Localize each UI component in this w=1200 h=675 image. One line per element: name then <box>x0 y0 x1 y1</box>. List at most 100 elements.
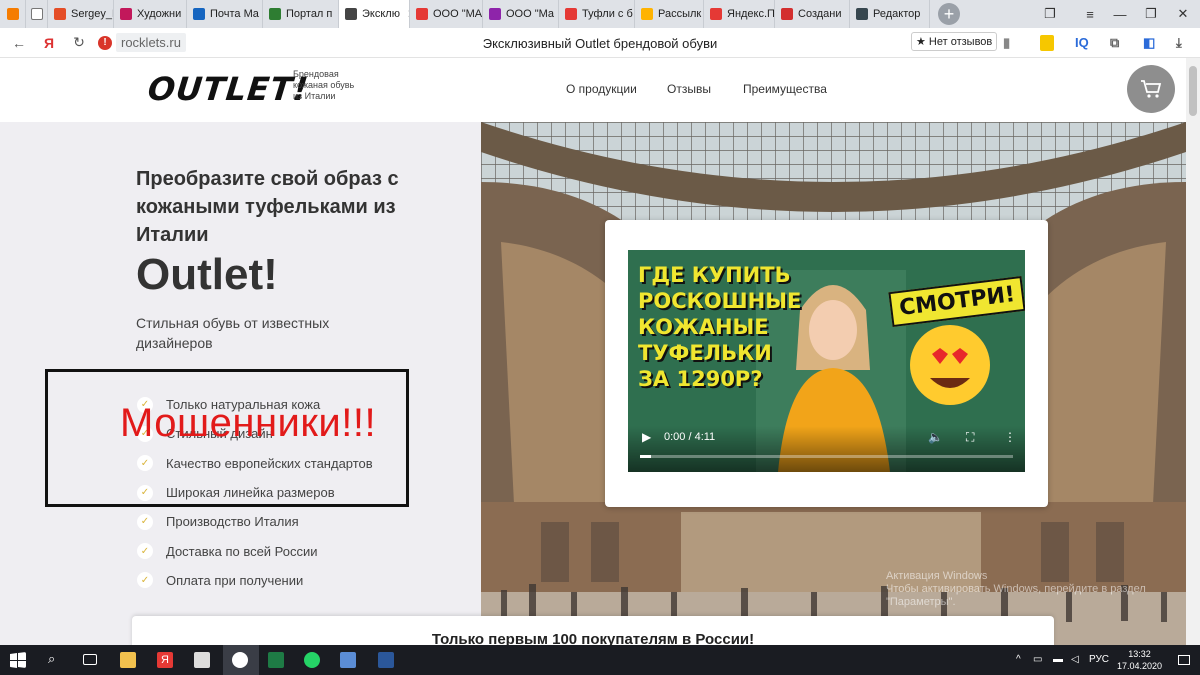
notifications-icon[interactable] <box>1178 655 1190 665</box>
browser-menu-icon[interactable]: ≡ <box>1075 0 1105 28</box>
scrollbar-thumb[interactable] <box>1189 66 1197 116</box>
promo-banner: Только первым 100 покупателям в России! <box>132 616 1054 645</box>
tab-label: Эксклю <box>362 8 400 20</box>
url-field[interactable]: ! rocklets.ru <box>98 33 186 52</box>
watermark-line-2: Чтобы активировать Windows, перейдите в … <box>886 583 1146 595</box>
file-explorer-icon[interactable] <box>120 652 136 668</box>
browser-tab-strip: Sergey_DХудожниПочта MaПортал пЭксклю✕ОО… <box>0 0 1200 28</box>
tab-pinned-blogger[interactable] <box>0 0 26 28</box>
video-time: 0:00 / 4:11 <box>664 431 716 443</box>
extension-icon[interactable] <box>1040 35 1054 51</box>
tab-label: Создани <box>798 8 842 20</box>
tab-label: Sergey_D <box>71 8 113 20</box>
new-tab-button[interactable]: + <box>938 3 960 25</box>
page-scrollbar[interactable] <box>1186 58 1200 645</box>
fullscreen-icon[interactable]: ⛶ <box>966 430 974 445</box>
nav-about[interactable]: О продукции <box>566 82 637 96</box>
yandex-browser-icon[interactable] <box>232 652 248 668</box>
video-progress-fill <box>640 455 652 458</box>
extensions-icon[interactable]: ⧉ <box>1110 35 1119 51</box>
checkmark-icon: ✓ <box>137 572 153 589</box>
tab-favicon-icon <box>416 8 428 20</box>
tab-label: Туфли с б <box>582 8 633 20</box>
word-icon[interactable] <box>378 652 394 668</box>
hero-headline: Преобразите свой образ с кожаными туфель… <box>136 168 399 246</box>
tab-favicon-icon <box>345 8 357 20</box>
hero-subtitle: Стильная обувь от известных дизайнеров <box>136 315 330 351</box>
browser-tab[interactable]: Художни <box>114 0 187 28</box>
tray-chevron-icon[interactable]: ^ <box>1016 654 1021 665</box>
video-controls: ▶ 0:00 / 4:11 🔈 ⛶ ⋮ <box>628 426 1025 472</box>
whatsapp-icon[interactable] <box>304 652 320 668</box>
taskbar-clock[interactable]: 13:32 17.04.2020 <box>1117 648 1162 672</box>
tab-favicon-icon <box>269 8 281 20</box>
tab-label: Рассылк <box>658 8 702 20</box>
warning-icon: ! <box>98 35 112 50</box>
tab-label: Портал п <box>286 8 333 20</box>
feature-label: Производство Италия <box>166 514 299 530</box>
checkmark-icon: ✓ <box>137 513 153 530</box>
browser-tab[interactable]: Редактор <box>850 0 930 28</box>
tabs-menu-icon[interactable]: ❐ <box>1035 0 1065 28</box>
video-progress-bar[interactable] <box>640 455 1013 458</box>
task-view-icon[interactable] <box>83 654 97 665</box>
cart-button[interactable] <box>1127 65 1175 113</box>
reload-icon[interactable]: ↻ <box>64 34 94 51</box>
browser-tab[interactable]: Sergey_D <box>48 0 114 28</box>
more-options-icon[interactable]: ⋮ <box>1004 430 1016 444</box>
browser-tab[interactable]: Портал п <box>263 0 339 28</box>
browser-tab[interactable]: Эксклю✕ <box>339 0 410 28</box>
tab-label: ООО "МА <box>433 8 483 20</box>
iq-extension-icon[interactable]: IQ <box>1075 35 1089 50</box>
yandex-app-icon[interactable]: Я <box>157 652 173 668</box>
tab-label: Почта Ma <box>210 8 259 20</box>
tab-favicon-icon <box>641 8 653 20</box>
profile-icon[interactable]: ◧ <box>1143 35 1155 51</box>
browser-tab[interactable]: Почта Ma <box>187 0 263 28</box>
windows-activation-watermark: Активация Windows Чтобы активировать Win… <box>886 570 1146 609</box>
blogger-icon <box>7 8 19 20</box>
excel-icon[interactable] <box>268 652 284 668</box>
feature-label: Доставка по всей России <box>166 543 318 559</box>
video-headline-line: ТУФЕЛЬКИ <box>638 341 772 365</box>
calculator-icon[interactable] <box>194 652 210 668</box>
nav-reviews[interactable]: Отзывы <box>667 82 711 96</box>
feature-item: ✓ Производство Италия <box>137 507 373 536</box>
minimize-icon[interactable]: — <box>1105 0 1135 28</box>
browser-tab[interactable]: Яндекс.П <box>704 0 775 28</box>
maximize-icon[interactable]: ❐ <box>1136 0 1166 28</box>
browser-tab[interactable]: Рассылк <box>635 0 704 28</box>
tab-favicon-icon <box>54 8 66 20</box>
browser-tab[interactable]: Туфли с б <box>559 0 635 28</box>
windows-start-icon[interactable] <box>10 652 26 668</box>
video-player[interactable]: ГДЕ КУПИТЬ РОСКОШНЫЕ КОЖАНЫЕ ТУФЕЛЬКИ ЗА 129… <box>628 250 1025 472</box>
play-icon[interactable]: ▶ <box>642 430 651 444</box>
feature-item: ✓ Доставка по всей России <box>137 536 373 565</box>
browser-tab[interactable]: Создани <box>775 0 850 28</box>
site-logo[interactable]: OUTLET! <box>146 70 311 108</box>
close-window-icon[interactable]: ✕ <box>1168 0 1198 28</box>
nav-advantages[interactable]: Преимущества <box>743 82 827 96</box>
reviews-button[interactable]: ★ Нет отзывов <box>911 32 998 51</box>
tab-favicon-icon <box>781 8 793 20</box>
url-text[interactable]: rocklets.ru <box>116 33 186 52</box>
tab-pinned-page[interactable] <box>26 0 48 28</box>
site-tagline: Брендовая кожаная обувь из Италии <box>293 69 355 101</box>
back-icon[interactable]: ← <box>4 35 34 51</box>
download-icon[interactable]: ⤓ <box>1176 35 1182 51</box>
video-headline-line: ЗА 1290Р? <box>638 367 763 391</box>
video-headline: ГДЕ КУПИТЬ РОСКОШНЫЕ КОЖАНЫЕ ТУФЕЛЬКИ ЗА 129… <box>638 262 801 392</box>
browser-tab[interactable]: ООО "МА <box>410 0 483 28</box>
remote-desktop-icon[interactable] <box>340 652 356 668</box>
bookmark-icon[interactable]: ▮ <box>1003 35 1010 51</box>
search-icon[interactable]: ⌕ <box>48 651 64 667</box>
tray-network-icon[interactable]: ▭ <box>1033 654 1042 665</box>
watermark-line-3: "Параметры". <box>886 596 956 608</box>
tray-volume-icon[interactable]: ◁ <box>1071 654 1079 665</box>
language-indicator[interactable]: РУС <box>1089 654 1109 665</box>
browser-tab[interactable]: ООО "Ма <box>483 0 559 28</box>
tray-battery-icon[interactable]: ▬ <box>1053 654 1063 665</box>
yandex-icon[interactable]: Я <box>34 35 64 51</box>
volume-icon[interactable]: 🔈 <box>928 430 943 444</box>
page-icon <box>31 8 43 20</box>
